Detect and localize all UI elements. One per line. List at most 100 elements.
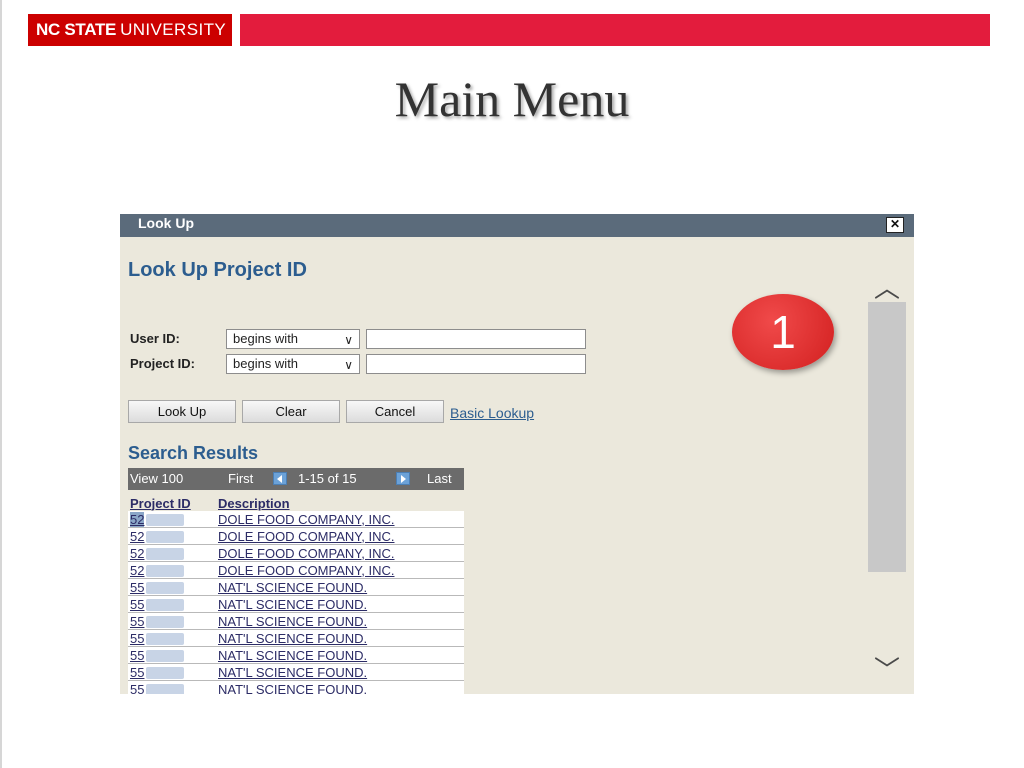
lookup-window: Look Up ✕ Look Up Project ID User ID: be…	[120, 214, 914, 694]
last-link[interactable]: Last	[427, 471, 452, 486]
project-id-cell[interactable]: 55	[128, 612, 216, 630]
project-id-link[interactable]: 55	[130, 665, 144, 680]
project-id-cell[interactable]: 52	[128, 561, 216, 579]
description-link[interactable]: DOLE FOOD COMPANY, INC.	[218, 546, 395, 561]
description-link[interactable]: NAT'L SCIENCE FOUND.	[218, 631, 367, 646]
project-id-cell[interactable]: 55	[128, 595, 216, 613]
page-heading: Look Up Project ID	[128, 259, 307, 281]
first-link[interactable]: First	[228, 471, 253, 486]
project-id-label: Project ID:	[130, 356, 196, 371]
redacted-id-blur	[146, 667, 185, 680]
table-row[interactable]: 55 NAT'L SCIENCE FOUND.	[128, 578, 464, 596]
table-row[interactable]: 52 DOLE FOOD COMPANY, INC.	[128, 527, 464, 545]
previous-arrow-icon[interactable]	[273, 472, 287, 485]
description-link[interactable]: DOLE FOOD COMPANY, INC.	[218, 563, 395, 578]
view-100-link[interactable]: View 100	[130, 471, 183, 486]
table-row[interactable]: 52 DOLE FOOD COMPANY, INC.	[128, 511, 464, 528]
redacted-id-blur	[146, 684, 185, 694]
redacted-id-blur	[146, 599, 185, 612]
description-cell[interactable]: DOLE FOOD COMPANY, INC.	[216, 511, 464, 528]
description-cell[interactable]: NAT'L SCIENCE FOUND.	[216, 680, 464, 695]
description-link[interactable]: NAT'L SCIENCE FOUND.	[218, 682, 367, 695]
project-id-link[interactable]: 55	[130, 682, 144, 695]
logo-light-text: UNIVERSITY	[120, 20, 227, 39]
basic-lookup-link[interactable]: Basic Lookup	[450, 405, 534, 421]
project-id-link[interactable]: 52	[130, 546, 144, 561]
description-link[interactable]: NAT'L SCIENCE FOUND.	[218, 597, 367, 612]
user-id-input[interactable]	[366, 329, 586, 349]
project-id-cell[interactable]: 55	[128, 629, 216, 647]
description-link[interactable]: NAT'L SCIENCE FOUND.	[218, 648, 367, 663]
project-id-link[interactable]: 52	[130, 511, 145, 527]
cancel-button[interactable]: Cancel	[346, 400, 444, 423]
redacted-id-blur	[146, 531, 185, 544]
project-id-operator-select[interactable]: begins with ∨	[226, 354, 360, 374]
step-callout-badge: 1	[732, 294, 834, 370]
nc-state-logo: NC STATE UNIVERSITY	[28, 14, 232, 46]
redacted-id-blur	[146, 565, 185, 578]
project-id-link[interactable]: 55	[130, 631, 144, 646]
description-cell[interactable]: NAT'L SCIENCE FOUND.	[216, 663, 464, 681]
column-header-project-id[interactable]: Project ID	[128, 495, 216, 511]
close-icon[interactable]: ✕	[886, 217, 904, 233]
project-id-input[interactable]	[366, 354, 586, 374]
table-row[interactable]: 55 NAT'L SCIENCE FOUND.	[128, 595, 464, 613]
redacted-id-blur	[146, 582, 185, 595]
column-header-description[interactable]: Description	[216, 495, 464, 511]
project-id-link[interactable]: 52	[130, 529, 144, 544]
table-row[interactable]: 55 NAT'L SCIENCE FOUND.	[128, 680, 464, 695]
project-id-cell[interactable]: 52	[128, 544, 216, 562]
description-link[interactable]: NAT'L SCIENCE FOUND.	[218, 580, 367, 595]
description-cell[interactable]: NAT'L SCIENCE FOUND.	[216, 646, 464, 664]
description-cell[interactable]: DOLE FOOD COMPANY, INC.	[216, 544, 464, 562]
logo-bold-text: NC STATE	[36, 20, 117, 39]
redacted-id-blur	[146, 616, 185, 629]
look-up-button[interactable]: Look Up	[128, 400, 236, 423]
description-link[interactable]: NAT'L SCIENCE FOUND.	[218, 614, 367, 629]
redacted-id-blur	[146, 548, 185, 561]
description-cell[interactable]: DOLE FOOD COMPANY, INC.	[216, 561, 464, 579]
table-row[interactable]: 52 DOLE FOOD COMPANY, INC.	[128, 544, 464, 562]
project-id-cell[interactable]: 55	[128, 578, 216, 596]
lookup-titlebar: Look Up ✕	[120, 214, 914, 237]
table-row[interactable]: 55 NAT'L SCIENCE FOUND.	[128, 646, 464, 664]
project-id-cell[interactable]: 55	[128, 646, 216, 664]
project-id-link[interactable]: 55	[130, 648, 144, 663]
project-id-operator-value: begins with	[233, 356, 299, 371]
results-nav-bar: View 100 First 1-15 of 15 Last	[128, 468, 464, 490]
window-title: Look Up	[138, 215, 194, 231]
results-body: 52 DOLE FOOD COMPANY, INC. 52 DOLE FOOD COM…	[128, 511, 464, 694]
table-row[interactable]: 52 DOLE FOOD COMPANY, INC.	[128, 561, 464, 579]
project-id-link[interactable]: 55	[130, 614, 144, 629]
scroll-up-icon[interactable]: ︿	[874, 268, 900, 305]
scrollbar[interactable]: ︿ ﹀	[868, 260, 906, 694]
project-id-link[interactable]: 55	[130, 580, 144, 595]
description-link[interactable]: NAT'L SCIENCE FOUND.	[218, 665, 367, 680]
user-id-operator-select[interactable]: begins with ∨	[226, 329, 360, 349]
project-id-link[interactable]: 55	[130, 597, 144, 612]
table-row[interactable]: 55 NAT'L SCIENCE FOUND.	[128, 629, 464, 647]
project-id-cell[interactable]: 52	[128, 511, 216, 528]
project-id-link[interactable]: 52	[130, 563, 144, 578]
project-id-cell[interactable]: 52	[128, 527, 216, 545]
redacted-id-blur	[146, 650, 185, 663]
chevron-down-icon: ∨	[344, 358, 353, 372]
description-cell[interactable]: DOLE FOOD COMPANY, INC.	[216, 527, 464, 545]
project-id-cell[interactable]: 55	[128, 680, 216, 695]
next-arrow-icon[interactable]	[396, 472, 410, 485]
description-cell[interactable]: NAT'L SCIENCE FOUND.	[216, 612, 464, 630]
description-link[interactable]: DOLE FOOD COMPANY, INC.	[218, 512, 395, 527]
table-row[interactable]: 55 NAT'L SCIENCE FOUND.	[128, 612, 464, 630]
description-cell[interactable]: NAT'L SCIENCE FOUND.	[216, 595, 464, 613]
scroll-thumb[interactable]	[868, 302, 906, 572]
slide-title: Main Menu	[394, 71, 630, 127]
header-banner	[240, 14, 990, 46]
clear-button[interactable]: Clear	[242, 400, 340, 423]
scroll-down-icon[interactable]: ﹀	[874, 650, 900, 687]
description-cell[interactable]: NAT'L SCIENCE FOUND.	[216, 578, 464, 596]
project-id-cell[interactable]: 55	[128, 663, 216, 681]
description-link[interactable]: DOLE FOOD COMPANY, INC.	[218, 529, 395, 544]
table-row[interactable]: 55 NAT'L SCIENCE FOUND.	[128, 663, 464, 681]
description-cell[interactable]: NAT'L SCIENCE FOUND.	[216, 629, 464, 647]
user-id-label: User ID:	[130, 331, 180, 346]
